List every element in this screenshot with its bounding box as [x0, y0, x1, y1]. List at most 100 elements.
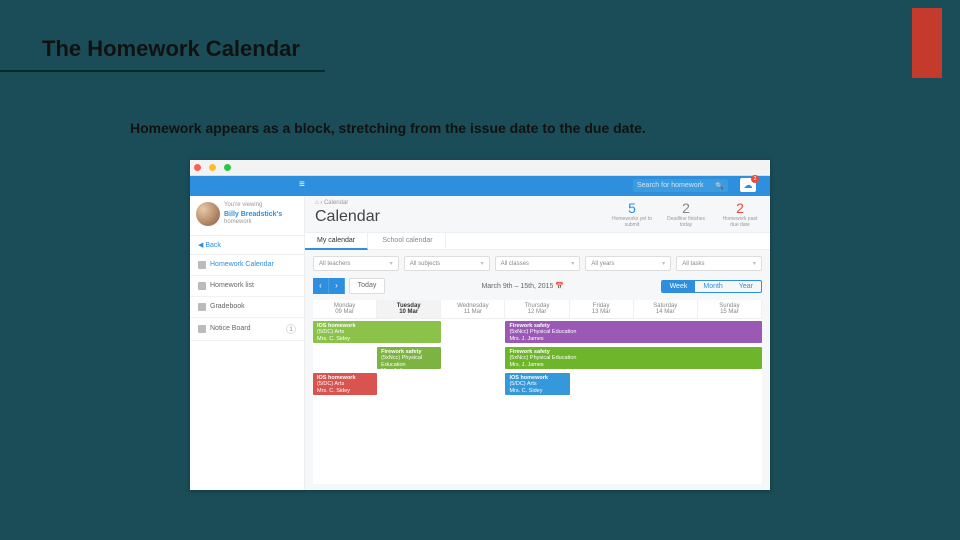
filter-label: All subjects: [410, 261, 440, 267]
notification-badge: 2: [751, 175, 759, 183]
chevron-down-icon: ▾: [390, 260, 393, 267]
back-label: Back: [205, 242, 221, 249]
gradebook-icon: [198, 303, 206, 311]
homework-block[interactable]: IOS homework(5/DC) ArtsMrs. C. Sidey: [313, 373, 377, 395]
tab-school-calendar[interactable]: School calendar: [370, 233, 445, 248]
filter-label: All years: [591, 261, 614, 267]
homework-block[interactable]: Firework safety(5xNcc) Physical Educatio…: [505, 321, 762, 343]
day-header: Saturday14 Mar: [634, 300, 698, 318]
day-date: 11 Mar: [441, 309, 504, 315]
accent-block: [912, 8, 942, 78]
homework-block[interactable]: IOS homework(5/DC) ArtsMrs. C. Sidey: [313, 321, 441, 343]
filter-label: All teachers: [319, 261, 350, 267]
filter-classes[interactable]: All classes▾: [495, 256, 581, 271]
profile-text: You're viewing Billy Breadstick's homewo…: [224, 202, 282, 227]
page-title: Calendar: [315, 208, 380, 226]
view-month[interactable]: Month: [695, 281, 730, 292]
stat-block: 5Homeworks yet to submit: [612, 200, 652, 228]
hw-teacher: Mrs. C. Sidey: [317, 336, 437, 342]
app-screenshot: ≡ Search for homework 🔍 ☁ 2 You're viewi…: [190, 160, 770, 490]
homework-rows: IOS homework(5/DC) ArtsMrs. C. SideyFire…: [313, 319, 762, 481]
day-date: 09 Mar: [313, 309, 376, 315]
nav-label: Homework Calendar: [210, 261, 274, 268]
slide-subtitle: Homework appears as a block, stretching …: [130, 120, 646, 136]
profile-name: Billy Breadstick's: [224, 210, 282, 219]
stat-number: 2: [666, 200, 706, 216]
calendar-icon[interactable]: 📅: [555, 283, 564, 290]
nav-gradebook[interactable]: Gradebook: [190, 297, 304, 318]
stat-label: Homeworks yet to submit: [612, 217, 652, 228]
day-header: Sunday15 Mar: [698, 300, 762, 318]
search-input[interactable]: Search for homework 🔍: [633, 179, 728, 192]
next-button[interactable]: ›: [329, 278, 345, 294]
tab-my-calendar[interactable]: My calendar: [305, 233, 368, 250]
top-bar: ≡ Search for homework 🔍 ☁ 2: [190, 176, 770, 196]
hw-teacher: Mrs. J. James: [509, 336, 758, 342]
homework-block[interactable]: Firework safety(5xNcc) Physical Educatio…: [377, 347, 441, 369]
hw-teacher: Mrs. C. Sidey: [317, 388, 373, 394]
window-chrome: [190, 160, 770, 176]
chevron-down-icon: ▾: [753, 260, 756, 267]
chevron-down-icon: ▾: [662, 260, 665, 267]
today-button[interactable]: Today: [349, 278, 385, 294]
filter-teachers[interactable]: All teachers ▾: [313, 256, 399, 271]
day-headers: Monday09 MarTuesday10 MarWednesday11 Mar…: [313, 300, 762, 319]
filter-tasks[interactable]: All tasks ▾: [676, 256, 762, 271]
stat-number: 2: [720, 200, 760, 216]
prev-button[interactable]: ‹: [313, 278, 329, 294]
close-dot[interactable]: [194, 164, 201, 171]
notification-icon[interactable]: ☁ 2: [740, 178, 756, 192]
homework-block[interactable]: Firework safety(5xNcc) Physical Educatio…: [505, 347, 762, 369]
day-date: 10 Mar: [377, 309, 440, 315]
stat-number: 5: [612, 200, 652, 216]
day-header: Thursday12 Mar: [505, 300, 569, 318]
filter-label: All tasks: [682, 261, 704, 267]
notice-icon: [198, 325, 206, 333]
view-week[interactable]: Week: [662, 281, 696, 292]
view-year[interactable]: Year: [731, 281, 761, 292]
chevron-down-icon: ▾: [481, 260, 484, 267]
profile-prefix: You're viewing: [224, 202, 282, 210]
filter-years[interactable]: All years ▾: [585, 256, 671, 271]
profile-suffix: homework: [224, 219, 282, 227]
day-date: 13 Mar: [570, 309, 633, 315]
nav-list[interactable]: Homework list: [190, 276, 304, 297]
list-icon: [198, 282, 206, 290]
stat-label: Deadline finishes today: [666, 217, 706, 228]
back-button[interactable]: ◀ Back: [190, 236, 304, 255]
nav-label: Gradebook: [210, 303, 245, 310]
date-range: March 9th – 15th, 2015 📅: [481, 282, 564, 290]
day-header: Monday09 Mar: [313, 300, 377, 318]
hw-teacher: Mrs. J. James: [381, 368, 437, 369]
day-date: 14 Mar: [634, 309, 697, 315]
filter-row: All teachers▾ All subjects▾ All classes▾…: [313, 256, 762, 271]
nav-label: Notice Board: [210, 325, 250, 332]
menu-icon[interactable]: ≡: [299, 179, 304, 190]
slide-title-bar: The Homework Calendar: [0, 34, 960, 72]
search-icon: 🔍: [715, 182, 724, 190]
nav-label: Homework list: [210, 282, 254, 289]
day-header: Wednesday11 Mar: [441, 300, 505, 318]
day-header: Friday13 Mar: [570, 300, 634, 318]
date-range-label: March 9th – 15th, 2015: [481, 283, 553, 290]
nav-calendar[interactable]: Homework Calendar: [190, 255, 304, 276]
tabs: My calendar School calendar: [305, 232, 770, 250]
sidebar: You're viewing Billy Breadstick's homewo…: [190, 196, 305, 490]
notice-count: 1: [286, 324, 296, 334]
homework-block[interactable]: IOS homework(5/DC) ArtsMrs. C. Sidey: [505, 373, 569, 395]
search-placeholder: Search for homework: [637, 182, 704, 189]
stat-block: 2Homework past due date: [720, 200, 760, 228]
avatar[interactable]: [196, 202, 220, 226]
stat-label: Homework past due date: [720, 217, 760, 228]
day-header: Tuesday10 Mar: [377, 300, 441, 318]
main-area: ⌂ › Calendar Calendar 5Homeworks yet to …: [305, 196, 770, 490]
filter-label: All classes: [501, 261, 529, 267]
calendar-controls: ‹ › Today March 9th – 15th, 2015 📅 Week …: [313, 278, 762, 294]
zoom-dot[interactable]: [224, 164, 231, 171]
minimize-dot[interactable]: [209, 164, 216, 171]
filter-subjects[interactable]: All subjects ▾: [404, 256, 490, 271]
nav-notice[interactable]: Notice Board 1: [190, 318, 304, 341]
hw-subject: (5xNcc) Physical Education: [381, 355, 437, 368]
breadcrumb[interactable]: ⌂ › Calendar: [315, 200, 348, 206]
stats-row: 5Homeworks yet to submit2Deadline finish…: [612, 200, 760, 228]
